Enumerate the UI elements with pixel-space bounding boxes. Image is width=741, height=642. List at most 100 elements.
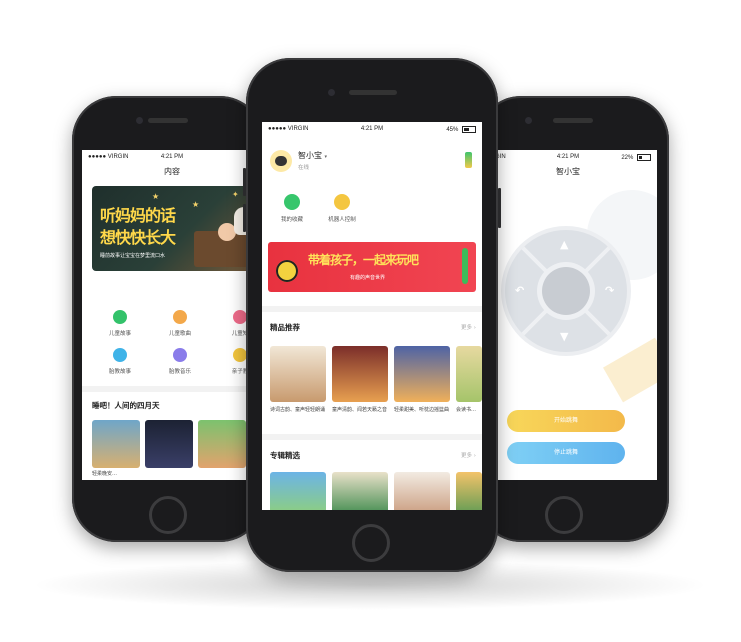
page-title: 智小宝 bbox=[556, 167, 580, 176]
star-icon: ★ bbox=[192, 200, 200, 209]
dropdown-caret-icon: ▾ bbox=[324, 154, 328, 160]
volume-button bbox=[243, 204, 246, 232]
start-dance-button[interactable]: 开始跳舞 bbox=[507, 410, 625, 432]
category-children-stories[interactable]: 儿童故事 bbox=[90, 310, 150, 337]
power-button bbox=[498, 188, 501, 228]
avatar[interactable] bbox=[270, 150, 292, 172]
star-icon: ✦ bbox=[232, 190, 239, 199]
featured-thumbnail[interactable] bbox=[394, 346, 450, 402]
banner-line-2: 想快快长大 bbox=[100, 228, 176, 247]
clock: 4:21 PM bbox=[160, 154, 184, 160]
albums-title: 专辑精选 bbox=[270, 451, 300, 460]
battery: 45% bbox=[446, 126, 476, 133]
story-thumbnail[interactable] bbox=[92, 420, 140, 468]
story-thumbnail[interactable] bbox=[198, 420, 246, 468]
banner-subtitle: 睡前故事让宝宝在梦里流口水 bbox=[100, 253, 166, 259]
status-bar: VIRGIN 4:21 PM 22% bbox=[479, 150, 657, 164]
story-thumbnail[interactable] bbox=[145, 420, 193, 468]
album-thumbnail[interactable] bbox=[394, 472, 450, 510]
category-prenatal-music[interactable]: 胎教音乐 bbox=[150, 348, 210, 375]
camera bbox=[136, 117, 143, 124]
battery-level-icon bbox=[465, 152, 472, 168]
battery-percent: 22% bbox=[621, 155, 634, 162]
arrow-down-icon[interactable]: ▼ bbox=[560, 330, 568, 343]
speaker bbox=[148, 118, 188, 123]
album-thumbnail[interactable] bbox=[456, 472, 482, 510]
featured-more-link[interactable]: 更多 › bbox=[461, 323, 476, 331]
hero-banner[interactable]: ★ ★ ✦ 听妈妈的话 想快快长大 睡前故事让宝宝在梦里流口水 bbox=[92, 186, 262, 271]
turn-left-icon[interactable]: ↶ bbox=[515, 284, 524, 297]
profile-name-row[interactable]: 智小宝 ▾ bbox=[298, 150, 327, 161]
album-thumbnail[interactable] bbox=[270, 472, 326, 510]
camera bbox=[328, 89, 335, 96]
speaker bbox=[349, 90, 397, 95]
promo-banner[interactable]: 带着孩子，一起来玩吧 有趣的声音世界 bbox=[268, 242, 476, 292]
battery-icon bbox=[637, 154, 651, 161]
pacman-icon bbox=[113, 310, 127, 324]
camera bbox=[525, 117, 532, 124]
stop-dance-button[interactable]: 停止跳舞 bbox=[507, 442, 625, 464]
category-label: 胎教音乐 bbox=[168, 369, 191, 375]
divider bbox=[262, 306, 482, 312]
category-prenatal-stories[interactable]: 胎教故事 bbox=[90, 348, 150, 375]
music-icon bbox=[173, 310, 187, 324]
page-title: 内容 bbox=[164, 167, 180, 176]
left-phone: ●●●●● VIRGIN 4:21 PM 内容 ★ ★ ✦ 听妈妈的话 想快快长… bbox=[72, 96, 264, 542]
battery-percent: 45% bbox=[446, 127, 459, 134]
dpad-center[interactable] bbox=[542, 267, 590, 315]
featured-caption: 诗词古韵、童声轻轻朗诵 bbox=[270, 407, 326, 413]
category-children-songs[interactable]: 儿童歌曲 bbox=[150, 310, 210, 337]
arrow-up-icon[interactable]: ▲ bbox=[560, 238, 568, 251]
home-button[interactable] bbox=[352, 524, 390, 562]
album-thumbnail[interactable] bbox=[332, 472, 388, 510]
category-label: 胎教故事 bbox=[108, 369, 131, 375]
ladybug-illustration bbox=[276, 260, 298, 282]
quick-label: 机器人控制 bbox=[328, 217, 356, 223]
category-label: 儿童故事 bbox=[108, 331, 131, 337]
star-icon: ★ bbox=[152, 192, 160, 201]
featured-thumbnail[interactable] bbox=[270, 346, 326, 402]
right-phone: VIRGIN 4:21 PM 22% 智小宝 ▲ ▼ ↶ ↷ 开始跳舞 停止跳舞 bbox=[477, 96, 669, 542]
center-phone: ●●●●● VIRGIN 4:21 PM 45% 智小宝 ▾ 在线 我的收藏 机… bbox=[243, 58, 501, 572]
divider bbox=[82, 386, 262, 392]
speaker bbox=[553, 118, 593, 123]
turn-right-icon[interactable]: ↷ bbox=[605, 284, 614, 297]
profile-status: 在线 bbox=[298, 165, 310, 171]
bear-icon bbox=[233, 348, 247, 362]
right-screen: VIRGIN 4:21 PM 22% 智小宝 ▲ ▼ ↶ ↷ 开始跳舞 停止跳舞 bbox=[479, 150, 657, 480]
robot-icon bbox=[334, 194, 350, 210]
banner-subtitle: 有趣的声音世界 bbox=[350, 275, 386, 281]
cloud-icon bbox=[173, 348, 187, 362]
left-screen: ●●●●● VIRGIN 4:21 PM 内容 ★ ★ ✦ 听妈妈的话 想快快长… bbox=[82, 150, 262, 480]
thumb-caption: 轻柔晚安… bbox=[92, 471, 118, 477]
featured-title: 精品推荐 bbox=[270, 323, 300, 332]
featured-caption: 轻柔甜美、听枕边摇篮曲 bbox=[394, 407, 450, 413]
direction-pad: ▲ ▼ ↶ ↷ bbox=[505, 230, 627, 352]
battery-icon bbox=[462, 126, 476, 133]
home-button[interactable] bbox=[149, 496, 187, 534]
globe-icon bbox=[113, 348, 127, 362]
featured-thumbnail[interactable] bbox=[456, 346, 482, 402]
banner-headline: 带着孩子，一起来玩吧 bbox=[308, 253, 419, 267]
featured-thumbnail[interactable] bbox=[332, 346, 388, 402]
status-bar: ●●●●● VIRGIN 4:21 PM bbox=[82, 150, 262, 164]
section-title: 睡吧！人间的四月天 bbox=[92, 401, 160, 410]
bird-illustration bbox=[462, 248, 468, 284]
featured-caption: 童声清韵、闻若天籁之音 bbox=[332, 407, 388, 413]
status-bar: ●●●●● VIRGIN 4:21 PM 45% bbox=[262, 122, 482, 136]
banner-line-1: 听妈妈的话 bbox=[100, 206, 176, 225]
robot-face-icon bbox=[275, 156, 287, 166]
background-stripe bbox=[603, 337, 657, 403]
battery: 22% bbox=[621, 154, 651, 161]
home-button[interactable] bbox=[545, 496, 583, 534]
category-label: 儿童歌曲 bbox=[168, 331, 191, 337]
star-icon bbox=[284, 194, 300, 210]
volume-button bbox=[243, 168, 246, 196]
featured-caption: 会读书… bbox=[456, 407, 477, 413]
center-screen: ●●●●● VIRGIN 4:21 PM 45% 智小宝 ▾ 在线 我的收藏 机… bbox=[262, 122, 482, 510]
albums-more-link[interactable]: 更多 › bbox=[461, 451, 476, 459]
profile-name: 智小宝 bbox=[298, 151, 322, 160]
quick-robot-control[interactable]: 机器人控制 bbox=[312, 194, 372, 223]
divider bbox=[262, 434, 482, 440]
flower-icon bbox=[233, 310, 247, 324]
